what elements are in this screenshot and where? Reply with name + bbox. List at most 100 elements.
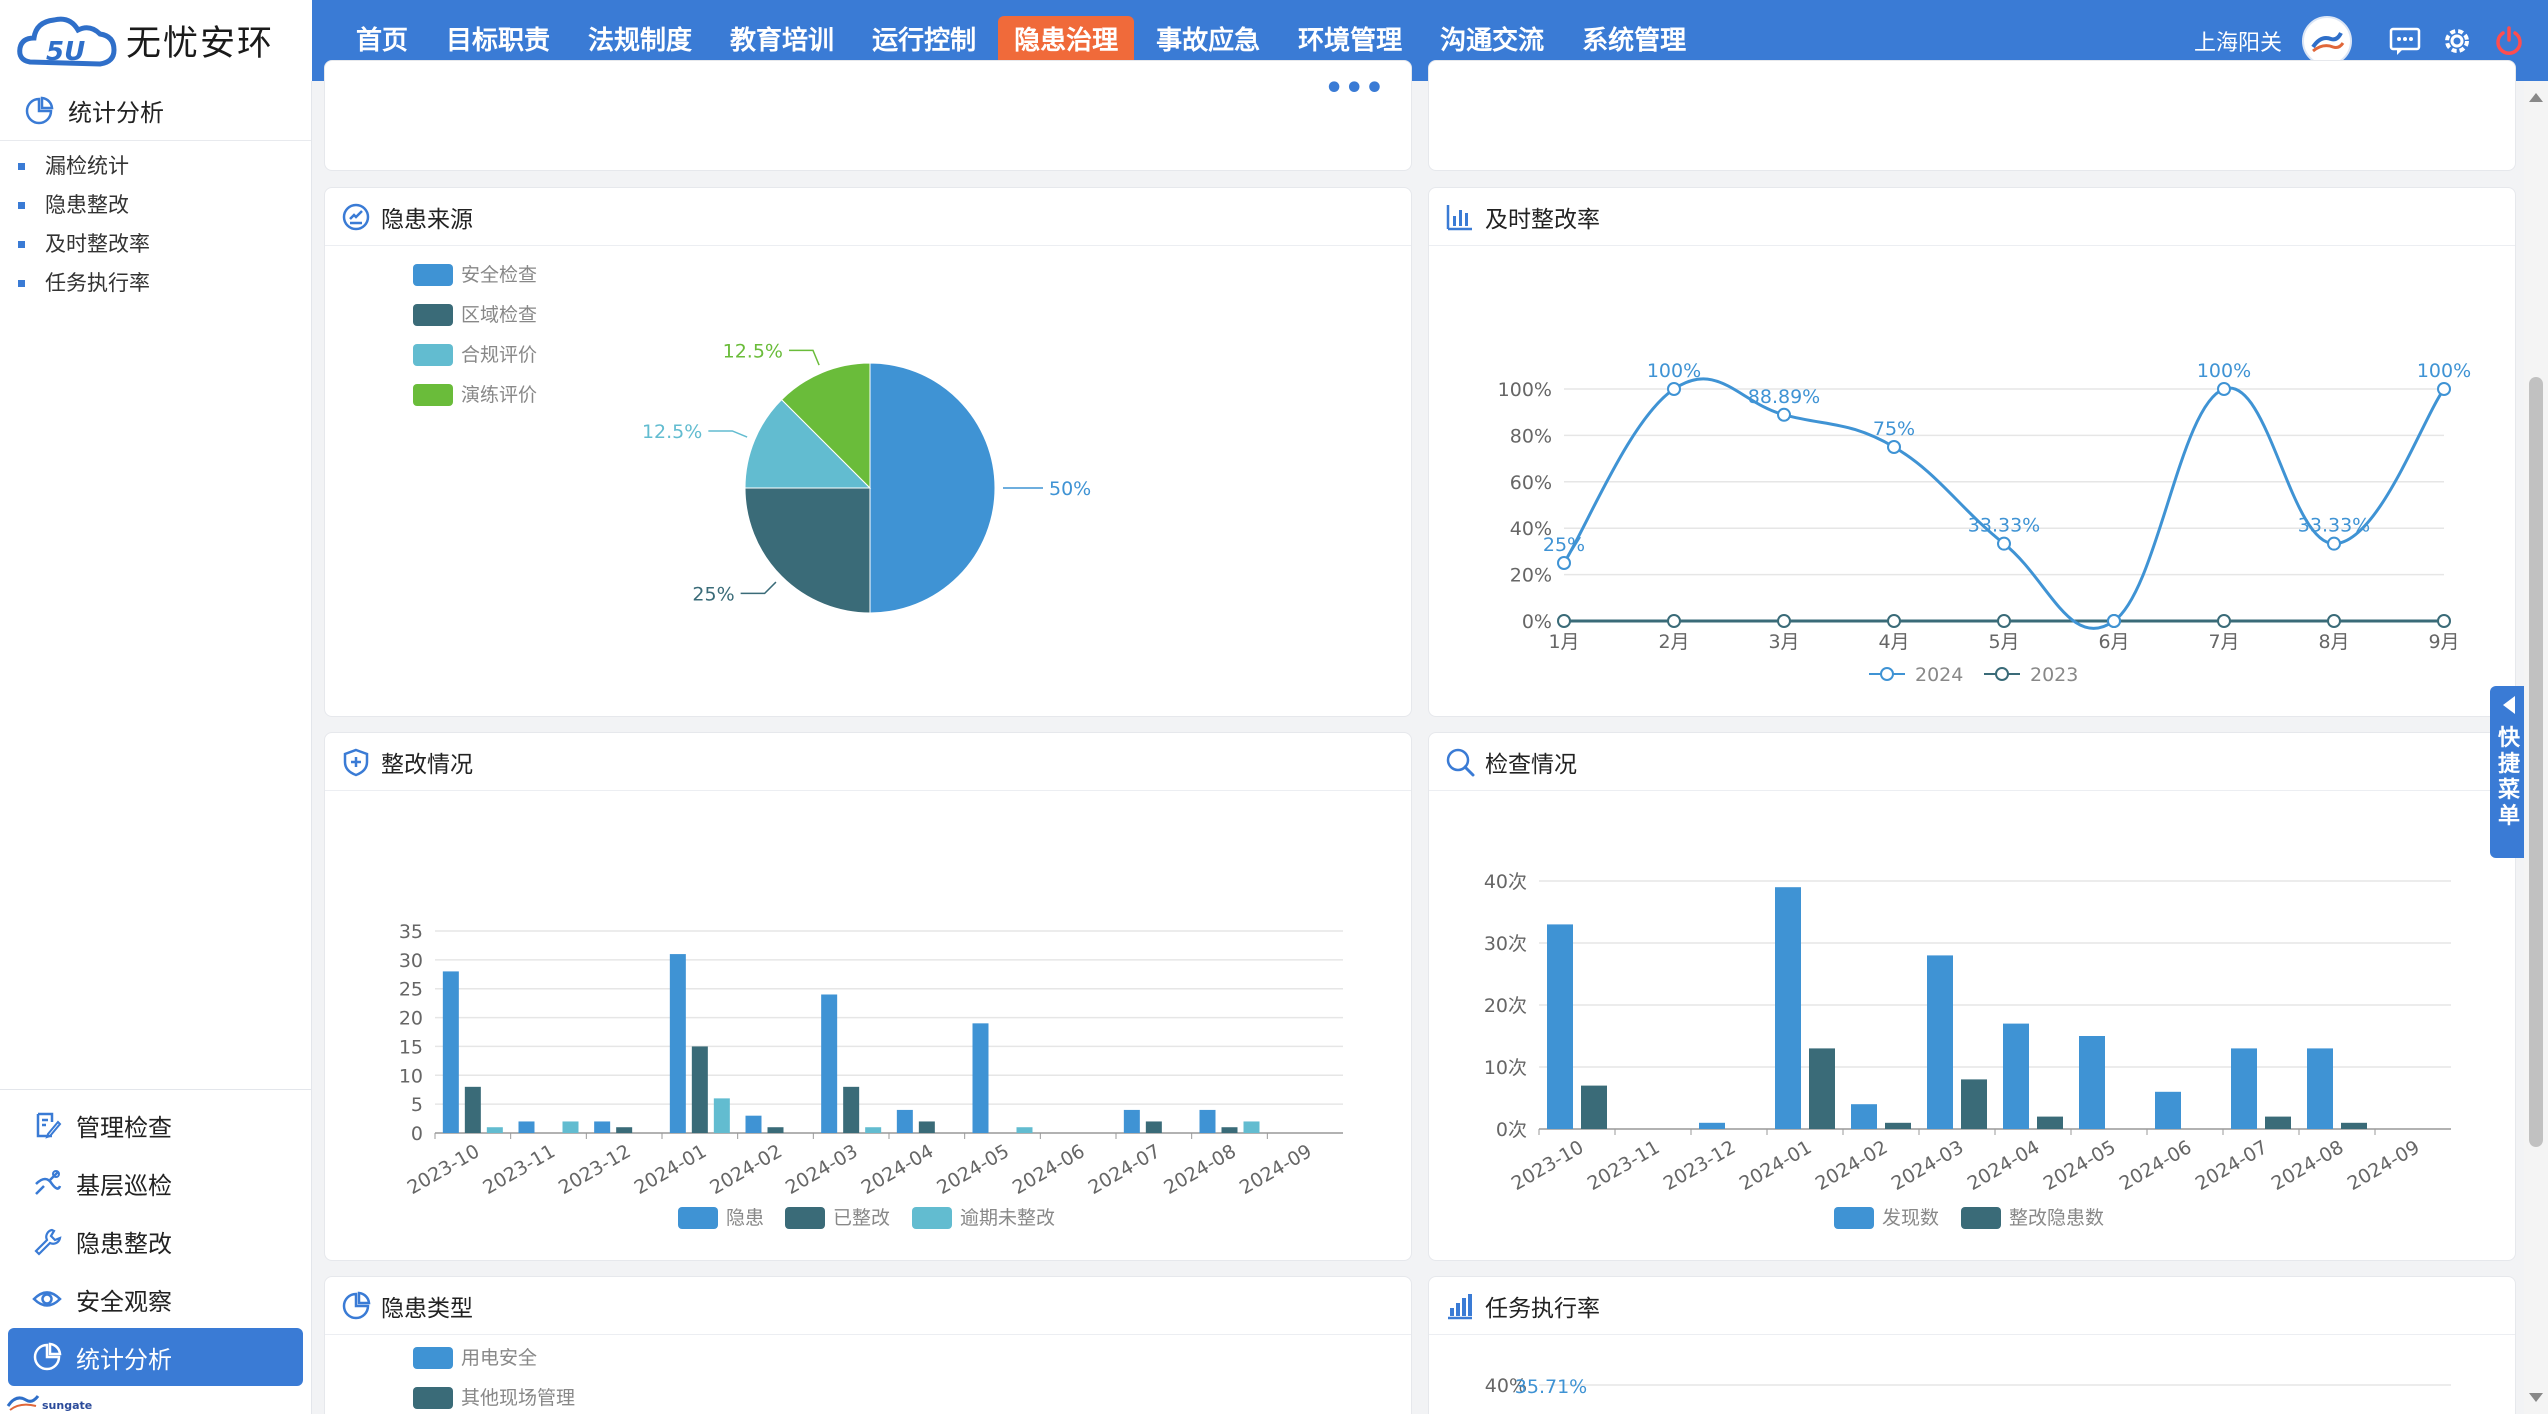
legend-label[interactable]: 其他现场管理 [461, 1387, 575, 1409]
legend-label[interactable]: 2024 [1915, 664, 1963, 686]
bar[interactable] [464, 1086, 481, 1133]
bar[interactable] [1961, 1079, 1987, 1129]
bar[interactable] [669, 954, 686, 1133]
legend-label[interactable]: 整改隐患数 [2009, 1207, 2104, 1229]
bar[interactable] [1699, 1122, 1725, 1129]
pie-slice[interactable] [744, 487, 871, 614]
nav-item[interactable]: 教育培训 [714, 16, 850, 66]
avatar[interactable] [2302, 15, 2352, 66]
bar[interactable] [1243, 1121, 1260, 1133]
bar[interactable] [1851, 1104, 1877, 1129]
sidebar-sub-item[interactable]: 及时整改率 [18, 225, 311, 264]
pie-slice[interactable] [869, 362, 996, 614]
bar[interactable] [2037, 1116, 2063, 1129]
nav-item[interactable]: 运行控制 [856, 16, 992, 66]
data-point[interactable] [1777, 614, 1791, 628]
sidebar-menu-item[interactable]: 安全观察 [8, 1270, 303, 1328]
bar[interactable] [767, 1127, 784, 1133]
data-point[interactable] [1557, 556, 1571, 570]
bar[interactable] [562, 1121, 579, 1133]
data-point[interactable] [2437, 614, 2451, 628]
data-point[interactable] [2327, 536, 2341, 551]
bar[interactable] [1775, 887, 1801, 1129]
bar[interactable] [1145, 1121, 1162, 1133]
sidebar-menu-item[interactable]: 统计分析 [8, 1328, 303, 1386]
data-point[interactable] [2217, 382, 2231, 396]
nav-item[interactable]: 系统管理 [1566, 16, 1702, 66]
bar[interactable] [1885, 1122, 1911, 1129]
data-point[interactable] [2437, 382, 2451, 396]
legend-label[interactable]: 2023 [2030, 664, 2078, 686]
scroll-down-icon[interactable] [2529, 1393, 2543, 1402]
legend-label[interactable]: 隐患 [726, 1207, 764, 1229]
bar[interactable] [1581, 1085, 1607, 1129]
bar[interactable] [518, 1121, 535, 1133]
data-point[interactable] [1557, 614, 1571, 628]
gear-icon[interactable] [2438, 22, 2476, 60]
bar[interactable] [2265, 1116, 2291, 1129]
bar[interactable] [2155, 1091, 2181, 1129]
bar[interactable] [1199, 1109, 1216, 1133]
sidebar-sub-item[interactable]: 隐患整改 [18, 186, 311, 225]
legend-swatch[interactable] [413, 1347, 453, 1369]
data-point[interactable] [2327, 614, 2341, 628]
scroll-thumb[interactable] [2529, 377, 2543, 1147]
legend-label[interactable]: 合规评价 [461, 344, 537, 366]
bar[interactable] [691, 1046, 708, 1133]
bar[interactable] [442, 971, 459, 1133]
legend-swatch[interactable] [1834, 1207, 1874, 1229]
bar[interactable] [713, 1098, 730, 1133]
data-point[interactable] [1667, 382, 1681, 396]
bar[interactable] [1809, 1048, 1835, 1129]
bar[interactable] [918, 1121, 935, 1133]
legend-swatch[interactable] [413, 344, 453, 366]
bar[interactable] [1547, 924, 1573, 1129]
legend-swatch[interactable] [1961, 1207, 2001, 1229]
bar[interactable] [972, 1023, 989, 1133]
sidebar-menu-item[interactable]: 隐患整改 [8, 1212, 303, 1270]
bar[interactable] [2341, 1122, 2367, 1129]
bar[interactable] [2231, 1048, 2257, 1129]
bar[interactable] [1016, 1127, 1033, 1133]
page-scrollbar[interactable] [2524, 81, 2548, 1414]
scroll-up-icon[interactable] [2529, 93, 2543, 102]
legend-label[interactable]: 区域检查 [461, 304, 537, 326]
legend-swatch[interactable] [413, 264, 453, 286]
data-point[interactable] [1777, 407, 1791, 422]
sidebar-sub-item[interactable]: 任务执行率 [18, 264, 311, 303]
bar[interactable] [2079, 1036, 2105, 1129]
data-point[interactable] [2217, 614, 2231, 628]
legend-marker[interactable] [1995, 667, 2009, 681]
legend-label[interactable]: 已整改 [833, 1207, 890, 1229]
data-point[interactable] [1887, 440, 1901, 454]
bar[interactable] [865, 1127, 882, 1133]
legend-label[interactable]: 逾期未整改 [960, 1207, 1055, 1229]
sidebar-menu-item[interactable]: 基层巡检 [8, 1154, 303, 1212]
sidebar-sub-item[interactable]: 漏检统计 [18, 147, 311, 186]
nav-item[interactable]: 法规制度 [572, 16, 708, 66]
legend-swatch[interactable] [912, 1207, 952, 1229]
data-point[interactable] [2107, 614, 2121, 628]
bar[interactable] [2003, 1023, 2029, 1129]
sidebar-section-header[interactable]: 统计分析 [0, 81, 311, 141]
bar[interactable] [1123, 1109, 1140, 1133]
legend-swatch[interactable] [785, 1207, 825, 1229]
nav-item[interactable]: 首页 [340, 16, 424, 66]
legend-label[interactable]: 用电安全 [461, 1347, 537, 1369]
nav-item[interactable]: 环境管理 [1282, 16, 1418, 66]
quick-menu-tab[interactable]: 快捷菜单 [2490, 686, 2528, 858]
nav-item[interactable]: 事故应急 [1140, 16, 1276, 66]
bar[interactable] [486, 1127, 503, 1133]
bar[interactable] [821, 994, 838, 1133]
bar[interactable] [1221, 1127, 1238, 1133]
legend-label[interactable]: 安全检查 [461, 264, 537, 286]
power-icon[interactable] [2490, 22, 2528, 60]
legend-label[interactable]: 发现数 [1882, 1207, 1939, 1229]
bar[interactable] [843, 1086, 860, 1133]
sidebar-menu-item[interactable]: 管理检查 [8, 1096, 303, 1154]
bar[interactable] [2307, 1048, 2333, 1129]
bar[interactable] [1927, 955, 1953, 1129]
data-point[interactable] [1667, 614, 1681, 628]
bar[interactable] [745, 1115, 762, 1133]
data-point[interactable] [1997, 536, 2011, 551]
